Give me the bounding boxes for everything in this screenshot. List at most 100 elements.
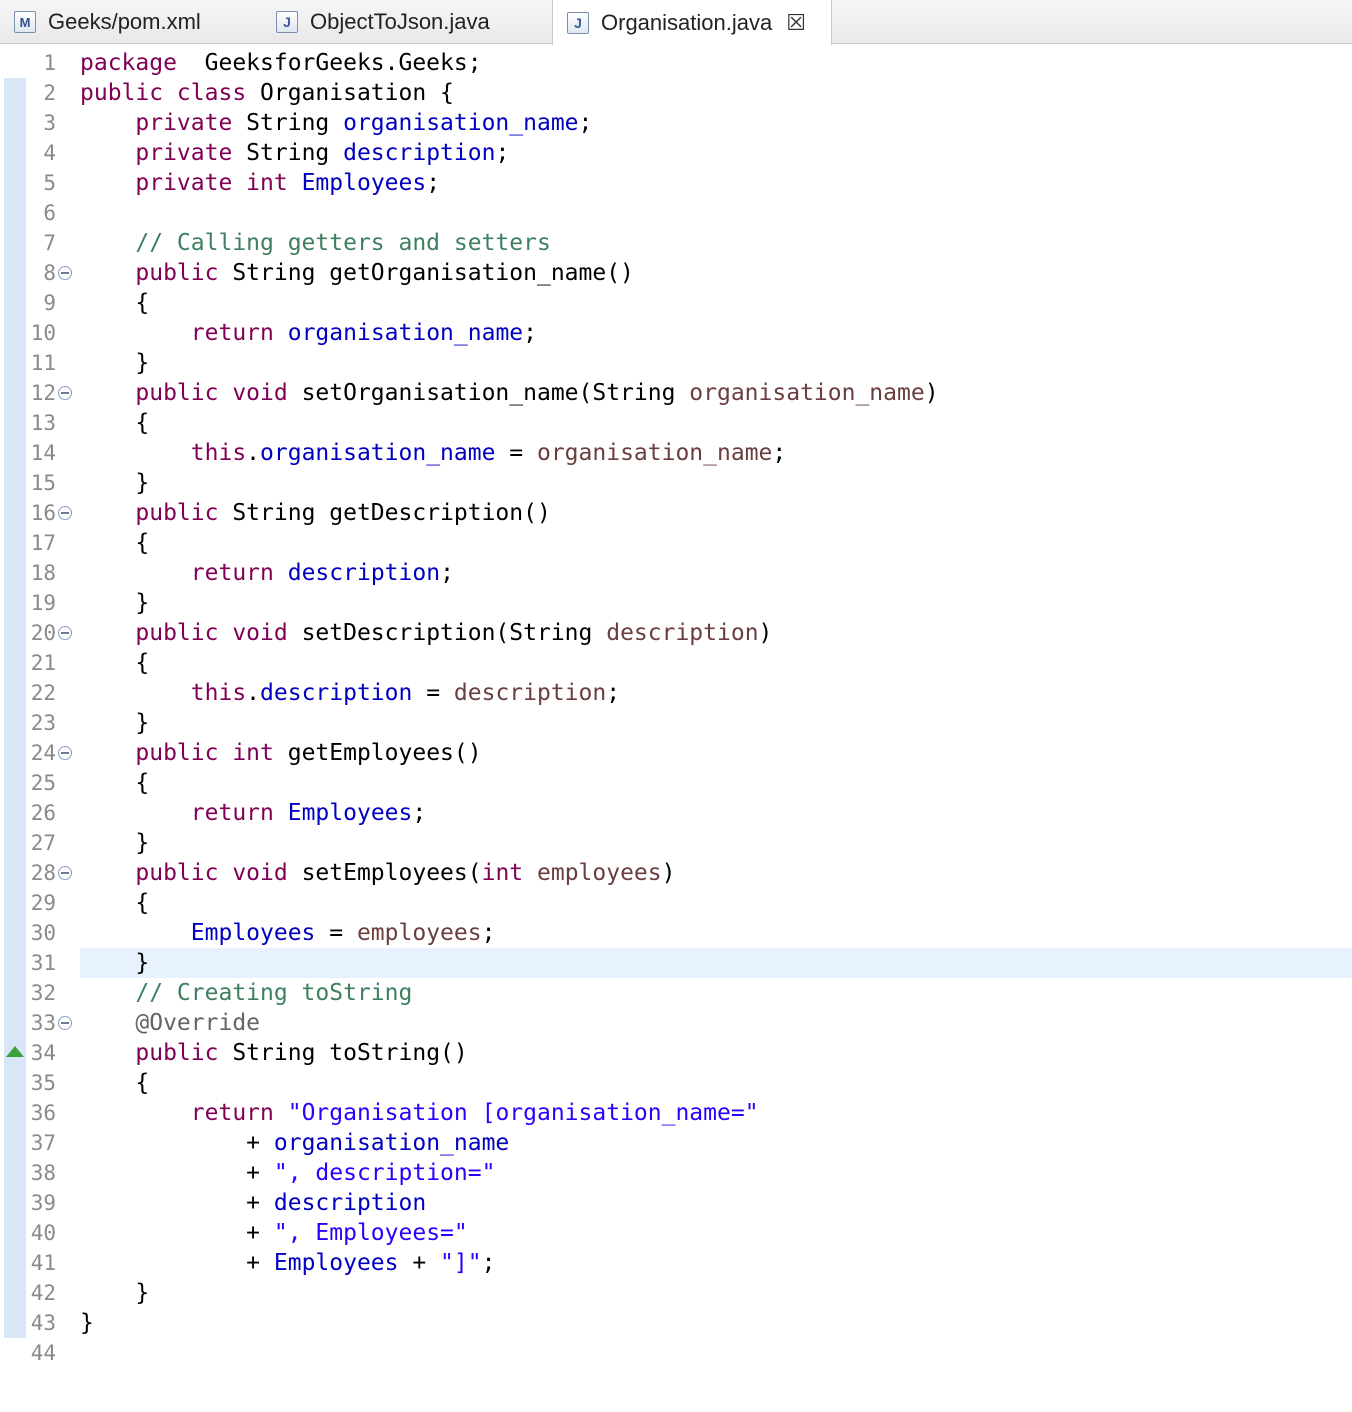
code-line[interactable]: 10 return organisation_name; xyxy=(0,318,1352,348)
code-text: } xyxy=(80,588,149,618)
code-line[interactable]: 39 + description xyxy=(0,1188,1352,1218)
code-token: description xyxy=(260,680,413,706)
code-line[interactable]: 33 @Override xyxy=(0,1008,1352,1038)
line-number: 37 xyxy=(30,1131,56,1155)
code-token: ", description=" xyxy=(273,1160,496,1186)
tab-organisation-java[interactable]: J Organisation.java ☒ xyxy=(552,0,832,45)
code-token: } xyxy=(80,1310,94,1336)
code-line[interactable]: 4 private String description; xyxy=(0,138,1352,168)
code-text: Employees = employees; xyxy=(80,918,496,948)
code-line[interactable]: 43} xyxy=(0,1308,1352,1338)
change-ruler xyxy=(4,588,26,618)
code-line[interactable]: 5 private int Employees; xyxy=(0,168,1352,198)
code-line[interactable]: 27 } xyxy=(0,828,1352,858)
code-token: ; xyxy=(481,920,496,946)
code-line[interactable]: 35 { xyxy=(0,1068,1352,1098)
fold-collapse-icon[interactable] xyxy=(58,746,72,760)
line-number: 15 xyxy=(30,471,56,495)
code-text: private String description; xyxy=(80,138,509,168)
code-token: employees xyxy=(537,860,662,886)
change-ruler xyxy=(4,438,26,468)
code-line[interactable]: 15 } xyxy=(0,468,1352,498)
code-line[interactable]: 1 package GeeksforGeeks.Geeks; xyxy=(0,48,1352,78)
code-line[interactable]: 36 return "Organisation [organisation_na… xyxy=(0,1098,1352,1128)
code-token: ) xyxy=(758,620,773,646)
code-line[interactable]: 30 Employees = employees; xyxy=(0,918,1352,948)
code-text: private String organisation_name; xyxy=(80,108,592,138)
close-icon[interactable]: ☒ xyxy=(786,10,806,36)
change-ruler xyxy=(4,678,26,708)
code-token: "Organisation [organisation_name=" xyxy=(287,1100,759,1126)
code-token: ) xyxy=(661,860,676,886)
code-line[interactable]: 23 } xyxy=(0,708,1352,738)
code-line[interactable]: 16 public String getDescription() xyxy=(0,498,1352,528)
code-line[interactable]: 18 return description; xyxy=(0,558,1352,588)
fold-collapse-icon[interactable] xyxy=(58,626,72,640)
override-marker-icon[interactable] xyxy=(6,1046,24,1057)
code-line[interactable]: 22 this.description = description; xyxy=(0,678,1352,708)
code-line[interactable]: 12 public void setOrganisation_name(Stri… xyxy=(0,378,1352,408)
fold-collapse-icon[interactable] xyxy=(58,1016,72,1030)
code-token: String getDescription() xyxy=(218,500,551,526)
fold-collapse-icon[interactable] xyxy=(58,266,72,280)
code-text: } xyxy=(80,948,149,978)
code-token: } xyxy=(80,470,150,496)
code-editor[interactable]: 1 package GeeksforGeeks.Geeks; 2 public cla… xyxy=(0,48,1352,1368)
code-text: } xyxy=(80,1308,94,1338)
code-token: organisation_name xyxy=(343,110,579,136)
code-line[interactable]: 38 + ", description=" xyxy=(0,1158,1352,1188)
code-token: . xyxy=(246,440,261,466)
code-text: { xyxy=(80,528,149,558)
code-line[interactable]: 28 public void setEmployees(int employee… xyxy=(0,858,1352,888)
code-line[interactable]: 31 } xyxy=(0,948,1352,978)
java-file-icon: J xyxy=(567,11,589,34)
code-line[interactable]: 2 public class Organisation { xyxy=(0,78,1352,108)
code-line[interactable]: 6 xyxy=(0,198,1352,228)
code-text: return organisation_name; xyxy=(80,318,537,348)
code-line[interactable]: 8 public String getOrganisation_name() xyxy=(0,258,1352,288)
fold-collapse-icon[interactable] xyxy=(58,506,72,520)
code-token: description xyxy=(606,620,759,646)
code-line[interactable]: 13 { xyxy=(0,408,1352,438)
current-line-highlight xyxy=(80,948,1352,978)
fold-collapse-icon[interactable] xyxy=(58,386,72,400)
code-text: public int getEmployees() xyxy=(80,738,481,768)
code-line[interactable]: 25 { xyxy=(0,768,1352,798)
code-line[interactable]: 29 { xyxy=(0,888,1352,918)
tab-label: Geeks/pom.xml xyxy=(48,9,201,34)
code-line[interactable]: 3 private String organisation_name; xyxy=(0,108,1352,138)
code-line[interactable]: 40 + ", Employees=" xyxy=(0,1218,1352,1248)
code-text: this.description = description; xyxy=(80,678,620,708)
code-line[interactable]: 21 { xyxy=(0,648,1352,678)
code-token: this xyxy=(190,680,247,706)
code-line[interactable]: 20 public void setDescription(String des… xyxy=(0,618,1352,648)
code-line[interactable]: 24 public int getEmployees() xyxy=(0,738,1352,768)
fold-collapse-icon[interactable] xyxy=(58,866,72,880)
code-line[interactable]: 19 } xyxy=(0,588,1352,618)
code-text: public String getDescription() xyxy=(80,498,551,528)
change-ruler xyxy=(4,918,26,948)
line-number: 8 xyxy=(43,261,56,285)
code-line[interactable]: 14 this.organisation_name = organisation… xyxy=(0,438,1352,468)
code-line[interactable]: 34 public String toString() xyxy=(0,1038,1352,1068)
code-line[interactable]: 42 } xyxy=(0,1278,1352,1308)
code-line[interactable]: 26 return Employees; xyxy=(0,798,1352,828)
line-number: 10 xyxy=(30,321,56,345)
code-line[interactable]: 7 // Calling getters and setters xyxy=(0,228,1352,258)
code-text: // Creating toString xyxy=(80,978,412,1008)
code-token: organisation_name xyxy=(260,440,496,466)
tab-pom-xml[interactable]: M Geeks/pom.xml xyxy=(0,0,262,44)
code-line[interactable]: 44 xyxy=(0,1338,1352,1368)
code-line[interactable]: 9 { xyxy=(0,288,1352,318)
code-line[interactable]: 17 { xyxy=(0,528,1352,558)
code-line[interactable]: 32 // Creating toString xyxy=(0,978,1352,1008)
tab-objecttojson-java[interactable]: J ObjectToJson.java xyxy=(262,0,552,44)
code-line[interactable]: 37 + organisation_name xyxy=(0,1128,1352,1158)
code-token: @Override xyxy=(135,1010,261,1036)
code-text: } xyxy=(80,348,149,378)
code-line[interactable]: 41 + Employees + "]"; xyxy=(0,1248,1352,1278)
code-line[interactable]: 11 } xyxy=(0,348,1352,378)
